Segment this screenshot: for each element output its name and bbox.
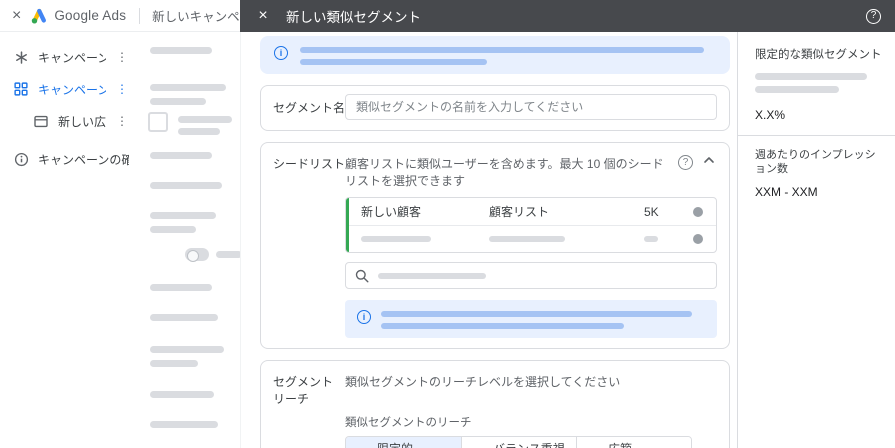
skeleton-line <box>150 346 224 353</box>
reach-sub-label: 類似セグメントのリーチ <box>345 414 717 430</box>
sidebar-item-label: キャンペーン 1 <box>38 81 106 98</box>
skeleton-line <box>755 73 867 80</box>
row-radio-icon[interactable] <box>693 207 703 217</box>
more-options-icon[interactable]: ⋮ <box>115 114 129 128</box>
help-icon[interactable]: ? <box>678 155 693 170</box>
skeleton-line <box>150 212 216 219</box>
skeleton-line <box>216 251 242 258</box>
more-options-icon[interactable]: ⋮ <box>115 50 129 64</box>
option-label: バランス重視 <box>493 442 565 448</box>
info-icon: i <box>274 46 288 60</box>
table-row[interactable]: 新しい顧客 顧客リスト 5K <box>346 198 716 225</box>
divider <box>139 8 140 24</box>
summary-title: 限定的な類似セグメント <box>755 46 895 62</box>
top-bar: × Google Ads 新しいキャンペーン <box>0 0 240 32</box>
table-row[interactable] <box>346 225 716 252</box>
seed-search-box[interactable] <box>345 262 717 289</box>
skeleton-line <box>150 284 212 291</box>
cell-placeholder <box>361 236 489 242</box>
impressions-label: 週あたりのインプレッション数 <box>755 148 895 176</box>
seed-list-label: シードリスト <box>273 151 345 172</box>
skeleton-line <box>150 98 206 105</box>
selection-indicator <box>346 198 349 252</box>
summary-panel: 限定的な類似セグメント X.X% 週あたりのインプレッション数 XXM - XX… <box>737 32 895 448</box>
skeleton-column <box>140 32 244 448</box>
campaign-spark-icon <box>13 50 29 65</box>
modal-title: 新しい類似セグメント <box>286 6 866 26</box>
seed-info-box: i <box>345 300 717 338</box>
skeleton-line <box>150 182 222 189</box>
option-label: 限定的 <box>377 442 413 448</box>
chevron-up-icon[interactable] <box>703 154 715 166</box>
skeleton-line <box>150 152 212 159</box>
segment-name-input[interactable] <box>345 94 717 120</box>
left-nav: キャンペーン ⋮ キャンペーン 1 ⋮ 新しい広告 1 ⋮ キャンペーンの確認 <box>0 33 134 448</box>
cell-placeholder <box>644 236 688 242</box>
modal-body: i セグメント名 シードリスト 顧客リストに類似ユーザーを含めます。最大 10 … <box>240 32 737 448</box>
divider <box>738 135 895 136</box>
app-window: × Google Ads 新しいキャンペーン × 新しい類似セグメント ? キャ… <box>0 0 895 448</box>
skeleton-line <box>150 421 218 428</box>
google-ads-logo: Google Ads <box>30 8 126 24</box>
skeleton-line <box>178 128 220 135</box>
search-icon <box>355 269 369 283</box>
segment-name-section: セグメント名 <box>260 85 730 131</box>
segment-reach-label: セグメント リーチ <box>273 369 345 407</box>
modal-header: × 新しい類似セグメント ? <box>240 0 895 32</box>
reach-option-limited[interactable]: 限定的 2.5% <box>346 437 461 448</box>
sidebar-item-campaign-1[interactable]: キャンペーン 1 ⋮ <box>0 73 134 105</box>
google-ads-logo-icon <box>30 8 48 24</box>
segment-reach-section: セグメント リーチ 類似セグメントのリーチレベルを選択してください 類似セグメン… <box>260 360 730 448</box>
sidebar-item-campaign-review[interactable]: キャンペーンの確認 <box>0 143 134 175</box>
cell-new-customer: 新しい顧客 <box>361 203 489 220</box>
skeleton-line <box>150 391 214 398</box>
logo-text: Google Ads <box>54 8 126 23</box>
row-radio-icon[interactable] <box>693 234 703 244</box>
info-icon: i <box>357 310 371 324</box>
option-label: 広範 <box>608 442 632 448</box>
sidebar-item-label: 新しい広告 1 <box>58 113 106 130</box>
sidebar-item-label: キャンペーン <box>38 49 106 66</box>
seed-list-table: 新しい顧客 顧客リスト 5K <box>345 197 717 253</box>
sidebar-item-campaigns[interactable]: キャンペーン ⋮ <box>0 41 134 73</box>
reach-option-balanced[interactable]: バランス重視 5% <box>461 437 576 448</box>
ad-icon <box>33 115 49 128</box>
cell-size: 5K <box>644 205 688 219</box>
cell-customer-list: 顧客リスト <box>489 203 644 220</box>
sidebar-item-new-ad-1[interactable]: 新しい広告 1 ⋮ <box>0 105 134 137</box>
info-circle-icon <box>13 152 29 167</box>
skeleton-line <box>150 47 212 54</box>
impressions-value: XXM - XXM <box>755 185 895 199</box>
info-banner: i <box>260 36 730 74</box>
grid-icon <box>13 82 29 96</box>
help-icon[interactable]: ? <box>866 9 881 24</box>
skeleton-line <box>150 226 196 233</box>
skeleton-line <box>150 360 198 367</box>
reach-option-broad[interactable]: 広範 10% <box>576 437 691 448</box>
skeleton-line <box>150 314 218 321</box>
cell-placeholder <box>489 236 644 242</box>
summary-percent: X.X% <box>755 108 895 122</box>
close-icon[interactable]: × <box>12 8 21 24</box>
seed-list-section: シードリスト 顧客リストに類似ユーザーを含めます。最大 10 個のシードリストを… <box>260 142 730 349</box>
skeleton-box <box>148 112 168 132</box>
more-options-icon[interactable]: ⋮ <box>115 82 129 96</box>
seed-list-description: 顧客リストに類似ユーザーを含めます。最大 10 個のシードリストを選択できます <box>345 151 668 189</box>
search-placeholder-line <box>378 273 486 279</box>
skeleton-line <box>150 84 226 91</box>
reach-options: 限定的 2.5% バランス重視 5% <box>345 436 692 448</box>
banner-text-placeholder <box>300 45 716 65</box>
toggle-switch[interactable] <box>185 248 209 261</box>
skeleton-line <box>178 116 232 123</box>
skeleton-line <box>755 86 839 93</box>
segment-reach-description: 類似セグメントのリーチレベルを選択してください <box>345 369 717 390</box>
sidebar-item-label: キャンペーンの確認 <box>38 151 129 168</box>
info-text-placeholder <box>381 309 705 329</box>
segment-name-label: セグメント名 <box>273 99 345 116</box>
modal-close-icon[interactable]: × <box>254 8 272 24</box>
